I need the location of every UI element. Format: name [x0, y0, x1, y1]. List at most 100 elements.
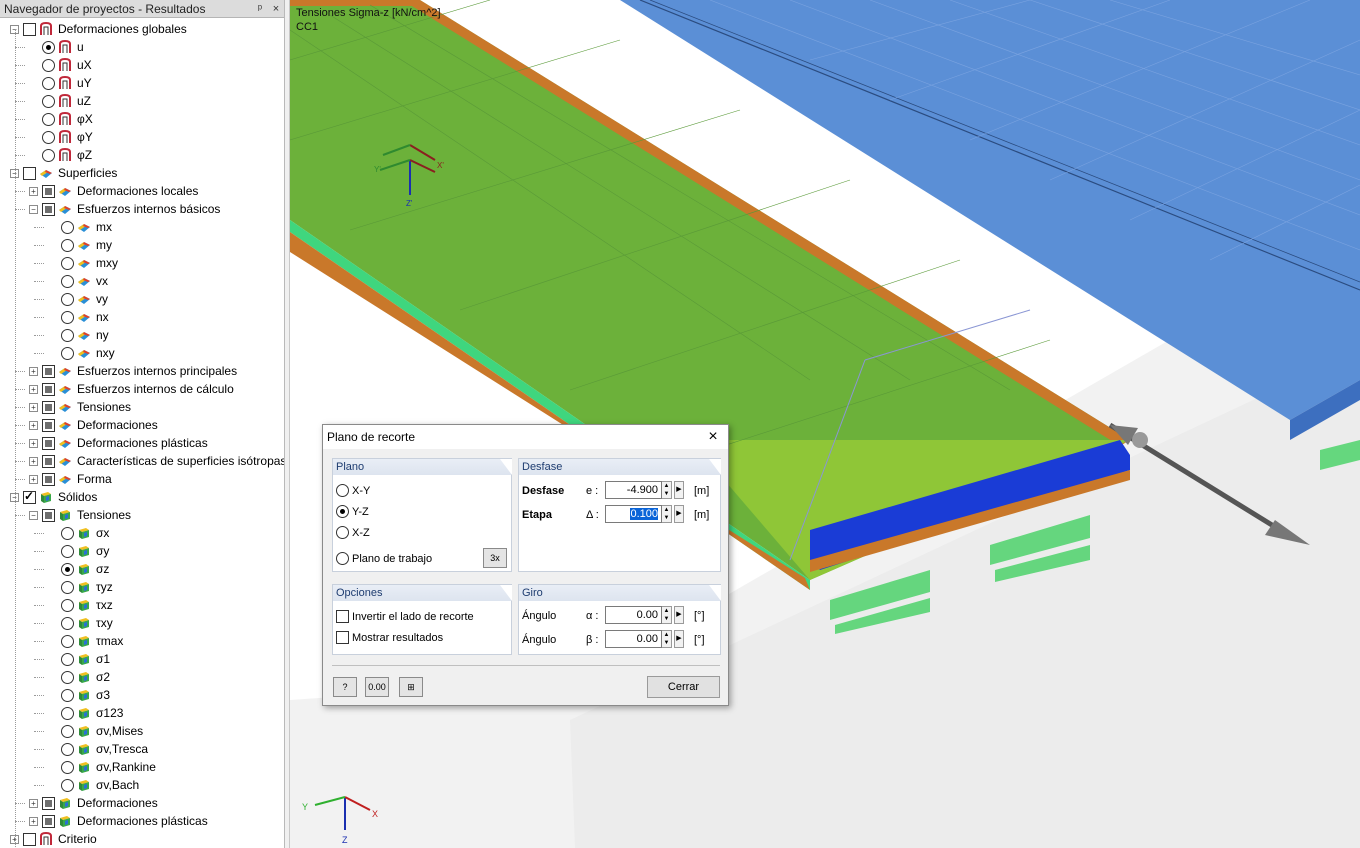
tree-checkbox[interactable]: [42, 796, 55, 810]
tree-item[interactable]: φY: [29, 128, 93, 146]
tree-radio[interactable]: [61, 310, 74, 324]
tree-checkbox[interactable]: [23, 166, 36, 180]
dialog-close-icon[interactable]: ×: [698, 428, 728, 446]
plane-xy-radio[interactable]: [336, 484, 349, 497]
plane-xz-radio[interactable]: [336, 526, 349, 539]
tree-radio[interactable]: [61, 346, 74, 360]
plane-option-xy[interactable]: X-Y: [336, 484, 370, 497]
pin-icon[interactable]: ᵖ: [252, 3, 268, 15]
tree-item[interactable]: φX: [29, 110, 93, 128]
pick-plane-icon[interactable]: 3x: [483, 548, 507, 568]
tree-item[interactable]: −Sólidos: [10, 488, 97, 506]
offset-spinner[interactable]: -4.900 ▲ ▼ ▶: [605, 481, 684, 499]
expand-icon[interactable]: +: [29, 186, 38, 196]
tree-item[interactable]: uY: [29, 74, 92, 92]
tree-item[interactable]: + Deformaciones plásticas: [29, 812, 208, 830]
tree-checkbox[interactable]: [42, 472, 55, 486]
tree-item[interactable]: τyz: [48, 578, 113, 596]
tree-item[interactable]: nxy: [48, 344, 115, 362]
tree-item[interactable]: vy: [48, 290, 108, 308]
tree-item[interactable]: − Esfuerzos internos básicos: [29, 200, 220, 218]
tree-radio[interactable]: [42, 148, 55, 162]
close-button[interactable]: Cerrar: [647, 676, 720, 698]
tree-item[interactable]: σ2: [48, 668, 110, 686]
tree-item[interactable]: σv,Mises: [48, 722, 143, 740]
tree-checkbox[interactable]: [42, 184, 55, 198]
step-menu-arrow[interactable]: ▶: [674, 505, 684, 523]
tree-checkbox[interactable]: [23, 22, 36, 36]
tree-radio[interactable]: [42, 112, 55, 126]
step-spin-arrows[interactable]: ▲ ▼: [662, 505, 672, 523]
expand-icon[interactable]: +: [29, 384, 38, 394]
tree-item[interactable]: + Esfuerzos internos de cálculo: [29, 380, 234, 398]
tree-radio[interactable]: [61, 670, 74, 684]
tree-item[interactable]: + Forma: [29, 470, 112, 488]
expand-icon[interactable]: +: [29, 474, 38, 484]
tree-item[interactable]: vx: [48, 272, 108, 290]
tree-radio[interactable]: [61, 328, 74, 342]
tree-item[interactable]: my: [48, 236, 112, 254]
tree-item[interactable]: + Deformaciones: [29, 794, 158, 812]
tree-radio[interactable]: [61, 742, 74, 756]
invert-side-checkbox[interactable]: [336, 610, 349, 623]
tree-radio[interactable]: [61, 562, 74, 576]
tree-item[interactable]: u: [29, 38, 84, 56]
tree-item[interactable]: + Características de superficies isótropa…: [29, 452, 284, 470]
tree-radio[interactable]: [61, 220, 74, 234]
units-decimals-icon[interactable]: 0.00: [365, 677, 389, 697]
tree-checkbox[interactable]: [42, 202, 55, 216]
tree-item[interactable]: σy: [48, 542, 109, 560]
plane-yz-radio[interactable]: [336, 505, 349, 518]
tree-item[interactable]: uZ: [29, 92, 91, 110]
tree-radio[interactable]: [61, 778, 74, 792]
tree-item[interactable]: + Criterio: [10, 830, 97, 848]
tree-checkbox[interactable]: [42, 814, 55, 828]
tree-item[interactable]: + Deformaciones plásticas: [29, 434, 208, 452]
help-icon[interactable]: ?: [333, 677, 357, 697]
tree-checkbox[interactable]: [23, 832, 36, 846]
tree-radio[interactable]: [42, 40, 55, 54]
beta-spinner[interactable]: 0.00 ▲ ▼ ▶: [605, 630, 684, 648]
tree-item[interactable]: σv,Tresca: [48, 740, 148, 758]
tree-radio[interactable]: [61, 274, 74, 288]
beta-spin-arrows[interactable]: ▲ ▼: [662, 630, 672, 648]
tree-item[interactable]: σ123: [48, 704, 123, 722]
expand-icon[interactable]: +: [29, 816, 38, 826]
offset-spin-arrows[interactable]: ▲ ▼: [662, 481, 672, 499]
tree-checkbox[interactable]: [42, 436, 55, 450]
tree-item[interactable]: − Tensiones: [29, 506, 131, 524]
tree-radio[interactable]: [61, 724, 74, 738]
tree-radio[interactable]: [61, 526, 74, 540]
expand-icon[interactable]: +: [29, 366, 38, 376]
show-results-checkbox[interactable]: [336, 631, 349, 644]
tree-radio[interactable]: [61, 652, 74, 666]
tree-item[interactable]: τxy: [48, 614, 113, 632]
tree-checkbox[interactable]: [42, 400, 55, 414]
tree-checkbox[interactable]: [42, 364, 55, 378]
tree-item[interactable]: mxy: [48, 254, 118, 272]
alpha-spinner[interactable]: 0.00 ▲ ▼ ▶: [605, 606, 684, 624]
tree-item[interactable]: σ3: [48, 686, 110, 704]
tree-item[interactable]: τmax: [48, 632, 123, 650]
tree-item[interactable]: σ1: [48, 650, 110, 668]
tree-item[interactable]: φZ: [29, 146, 92, 164]
offset-input[interactable]: -4.900: [605, 481, 662, 499]
tree-item[interactable]: τxz: [48, 596, 113, 614]
tree-item[interactable]: + Deformaciones locales: [29, 182, 198, 200]
collapse-icon[interactable]: −: [29, 204, 38, 214]
plane-option-xz[interactable]: X-Z: [336, 526, 370, 539]
step-spinner[interactable]: 0.100 ▲ ▼ ▶: [605, 505, 684, 523]
tree-item[interactable]: σv,Rankine: [48, 758, 156, 776]
tree-item[interactable]: − Deformaciones globales: [10, 20, 187, 38]
plane-option-work[interactable]: Plano de trabajo: [336, 552, 432, 565]
tree-item[interactable]: ny: [48, 326, 109, 344]
beta-input[interactable]: 0.00: [605, 630, 662, 648]
alpha-spin-arrows[interactable]: ▲ ▼: [662, 606, 672, 624]
plane-option-yz[interactable]: Y-Z: [336, 505, 369, 518]
expand-icon[interactable]: +: [29, 438, 38, 448]
tree-radio[interactable]: [61, 634, 74, 648]
step-input[interactable]: 0.100: [605, 505, 662, 523]
collapse-icon[interactable]: −: [29, 510, 38, 520]
plane-work-radio[interactable]: [336, 552, 349, 565]
tree-radio[interactable]: [61, 580, 74, 594]
